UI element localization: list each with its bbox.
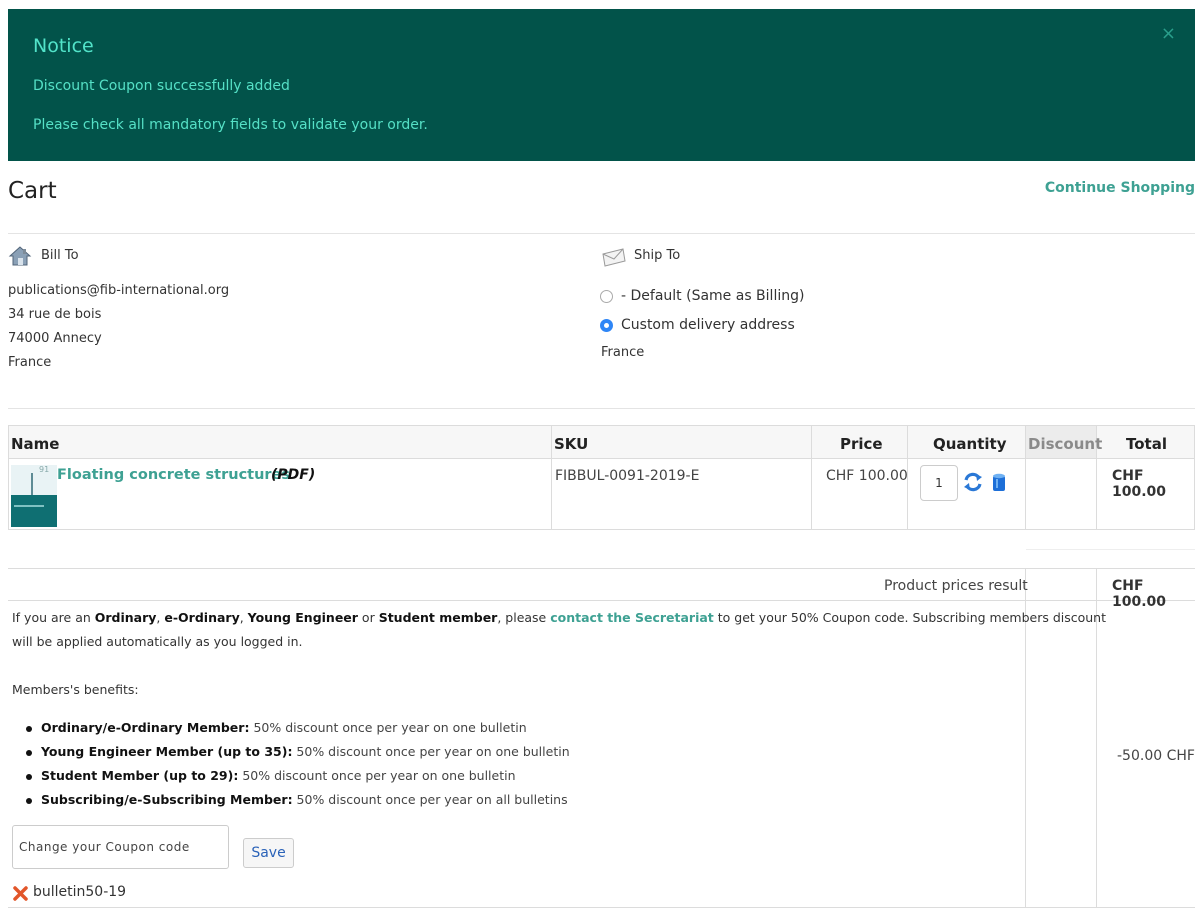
radio-custom[interactable] bbox=[600, 318, 613, 332]
members-info-line2: will be applied automatically as you log… bbox=[12, 634, 303, 649]
continue-shopping-link[interactable]: Continue Shopping bbox=[1045, 180, 1195, 196]
notice-message-mandatory: Please check all mandatory fields to val… bbox=[33, 117, 428, 133]
ship-option-default-label: - Default (Same as Billing) bbox=[621, 288, 805, 304]
table-border bbox=[1026, 549, 1195, 550]
column-header-price: Price bbox=[840, 435, 883, 453]
notice-message-coupon: Discount Coupon successfully added bbox=[33, 78, 290, 94]
contact-secretariat-link[interactable]: contact the Secretariat bbox=[550, 610, 714, 625]
coupon-code-input[interactable]: Change your Coupon code bbox=[12, 825, 229, 869]
result-label: Product prices result bbox=[884, 578, 1028, 594]
quantity-input[interactable]: 1 bbox=[920, 465, 958, 501]
table-border bbox=[8, 458, 1195, 459]
product-price: CHF 100.00 bbox=[826, 468, 908, 484]
bill-email: publications@fib-international.org bbox=[8, 283, 230, 298]
table-border bbox=[8, 529, 1195, 530]
radio-default[interactable] bbox=[600, 289, 613, 303]
benefit-item: Subscribing/e-Subscribing Member: 50% di… bbox=[26, 792, 568, 807]
notice-title: Notice bbox=[33, 35, 94, 57]
ship-option-custom[interactable]: Custom delivery address bbox=[600, 317, 795, 333]
column-header-quantity: Quantity bbox=[933, 435, 1007, 453]
house-icon bbox=[8, 246, 32, 266]
ship-option-custom-label: Custom delivery address bbox=[621, 317, 795, 333]
table-border bbox=[811, 425, 812, 530]
column-header-sku: SKU bbox=[554, 435, 589, 453]
thumbnail-cover bbox=[11, 495, 57, 527]
coupon-discount-value: -50.00 CHF bbox=[1117, 748, 1195, 764]
notice-close-icon[interactable]: × bbox=[1161, 25, 1176, 43]
envelope-icon bbox=[602, 248, 626, 267]
ship-country: France bbox=[601, 345, 645, 360]
column-header-discount: Discount bbox=[1028, 435, 1103, 453]
thumbnail-sky bbox=[11, 465, 57, 495]
trash-icon[interactable] bbox=[991, 472, 1007, 492]
bill-country: France bbox=[8, 355, 52, 370]
product-type: (PDF) bbox=[271, 467, 316, 483]
divider bbox=[8, 408, 1195, 409]
table-border bbox=[8, 425, 9, 530]
refresh-icon[interactable] bbox=[962, 471, 984, 493]
product-thumbnail[interactable]: 91 bbox=[11, 465, 57, 527]
table-header-row bbox=[8, 425, 1195, 459]
column-header-total: Total bbox=[1126, 435, 1167, 453]
remove-x-icon[interactable] bbox=[13, 886, 28, 901]
applied-coupon-code: bulletin50-19 bbox=[33, 884, 127, 900]
divider bbox=[8, 233, 1195, 234]
product-total: CHF 100.00 bbox=[1112, 468, 1167, 500]
table-border bbox=[8, 600, 1195, 601]
bill-city: 74000 Annecy bbox=[8, 331, 102, 346]
benefits-title: Members's benefits: bbox=[12, 682, 139, 697]
table-border bbox=[551, 425, 552, 530]
benefit-item: Ordinary/e-Ordinary Member: 50% discount… bbox=[26, 720, 527, 735]
ship-option-default[interactable]: - Default (Same as Billing) bbox=[600, 288, 804, 304]
column-header-name: Name bbox=[11, 435, 60, 453]
table-border bbox=[1025, 425, 1026, 530]
bill-to-label: Bill To bbox=[41, 248, 79, 263]
table-border bbox=[8, 568, 1195, 569]
save-coupon-button[interactable]: Save bbox=[243, 838, 294, 868]
notice-banner: Notice Discount Coupon successfully adde… bbox=[8, 9, 1195, 161]
members-info-line1: If you are an Ordinary, e-Ordinary, Youn… bbox=[12, 610, 1107, 625]
benefit-item: Young Engineer Member (up to 35): 50% di… bbox=[26, 744, 570, 759]
product-name-link[interactable]: Floating concrete structures bbox=[57, 467, 290, 483]
ship-to-label: Ship To bbox=[634, 248, 681, 263]
table-border bbox=[8, 425, 1195, 426]
table-border bbox=[8, 907, 1195, 908]
thumbnail-structure bbox=[31, 473, 33, 495]
thumbnail-text-line bbox=[14, 505, 44, 507]
result-total: CHF 100.00 bbox=[1112, 578, 1167, 610]
benefit-item: Student Member (up to 29): 50% discount … bbox=[26, 768, 516, 783]
thumbnail-number: 91 bbox=[39, 465, 50, 474]
page-title: Cart bbox=[8, 178, 57, 204]
product-sku: FIBBUL-0091-2019-E bbox=[555, 468, 700, 484]
bill-street: 34 rue de bois bbox=[8, 307, 102, 322]
